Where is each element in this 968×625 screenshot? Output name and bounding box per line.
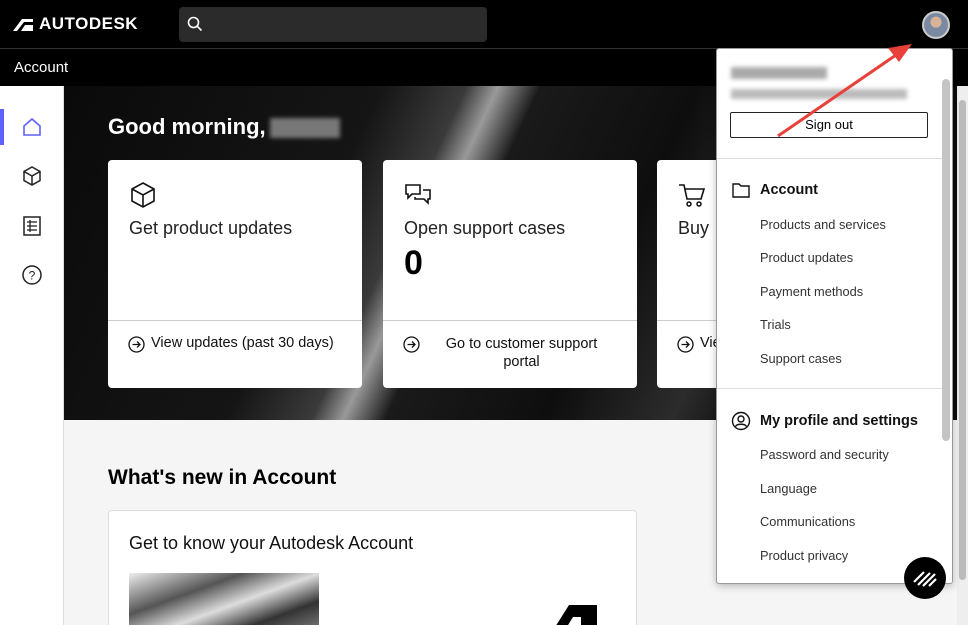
dropdown-scrollbar[interactable] (942, 79, 950, 441)
invoice-icon (23, 216, 41, 236)
support-case-count: 0 (404, 244, 423, 282)
card-title: Buy (678, 218, 710, 238)
user-avatar[interactable] (922, 11, 950, 39)
menu-item-product-privacy[interactable]: Product privacy (760, 548, 848, 563)
search-icon (187, 16, 203, 32)
user-circle-icon (731, 411, 751, 431)
nav-item-help[interactable]: ? (0, 257, 64, 293)
card-footer: View updates (past 30 days) (108, 320, 362, 388)
promo-image (129, 573, 319, 625)
help-icon: ? (22, 265, 42, 285)
menu-item-communications[interactable]: Communications (760, 514, 855, 529)
arrow-right-circle-icon (677, 336, 694, 353)
support-portal-link[interactable]: Go to customer support portal (403, 335, 617, 371)
card-title: Get product updates (129, 218, 293, 238)
section-title: Account (760, 182, 818, 198)
card-footer: Go to customer support portal (383, 320, 637, 388)
menu-item-payment-methods[interactable]: Payment methods (760, 284, 863, 299)
nav-item-home[interactable] (0, 109, 64, 145)
home-icon (23, 117, 41, 136)
buy-link[interactable]: Vie (677, 335, 721, 353)
chat-bubbles-icon (405, 184, 431, 205)
autodesk-logo-icon (556, 605, 597, 625)
arrow-right-circle-icon (403, 336, 420, 353)
card-product-updates: Get product updates View updates (past 3… (108, 160, 362, 388)
search-input[interactable] (179, 7, 487, 42)
greeting-text: Good morning, (108, 114, 266, 139)
menu-item-language[interactable]: Language (760, 481, 817, 496)
nav-item-billing[interactable] (0, 208, 64, 244)
folder-icon (732, 183, 750, 198)
divider (717, 388, 942, 389)
card-title: Open support cases (404, 218, 566, 238)
blurred-user-name (731, 67, 827, 79)
greeting: Good morning, (108, 114, 340, 140)
chat-assistant-icon (913, 571, 937, 587)
arrow-right-circle-icon (128, 336, 145, 353)
autodesk-logo-icon (13, 19, 33, 31)
nav-item-products[interactable] (0, 158, 64, 194)
view-updates-link[interactable]: View updates (past 30 days) (128, 335, 334, 353)
section-title: My profile and settings (760, 413, 918, 429)
know-account-card[interactable]: Get to know your Autodesk Account (108, 510, 637, 625)
menu-item-trials[interactable]: Trials (760, 317, 791, 332)
svg-text:?: ? (29, 269, 36, 283)
cube-icon (131, 182, 155, 208)
cart-icon (679, 184, 706, 207)
section-profile-settings[interactable]: My profile and settings (731, 411, 918, 431)
cube-icon (23, 166, 41, 186)
menu-item-product-updates[interactable]: Product updates (760, 250, 853, 265)
menu-item-password-security[interactable]: Password and security (760, 447, 889, 462)
divider (717, 158, 942, 159)
sign-out-button[interactable]: Sign out (730, 112, 928, 138)
blurred-user-email (731, 89, 907, 99)
top-bar: AUTODESK (0, 0, 968, 48)
blurred-user-name (269, 118, 340, 139)
side-nav: ? (0, 86, 64, 625)
chat-assistant-button[interactable] (904, 557, 946, 599)
logo-text: AUTODESK (39, 14, 139, 33)
autodesk-logo[interactable]: AUTODESK (13, 14, 138, 34)
page-scrollbar-thumb[interactable] (959, 100, 966, 580)
know-card-title: Get to know your Autodesk Account (129, 533, 414, 553)
whats-new-heading: What's new in Account (108, 466, 337, 489)
page-scrollbar[interactable] (957, 86, 968, 625)
link-label: Go to customer support portal (445, 336, 598, 370)
menu-item-support-cases[interactable]: Support cases (760, 351, 842, 366)
profile-dropdown: Sign out Account Products and services P… (716, 48, 953, 584)
page-title: Account (14, 59, 69, 76)
menu-item-products-and-services[interactable]: Products and services (760, 217, 886, 232)
card-support-cases: Open support cases 0 Go to customer supp… (383, 160, 637, 388)
section-account[interactable]: Account (731, 180, 818, 200)
link-label: View updates (past 30 days) (151, 335, 334, 351)
